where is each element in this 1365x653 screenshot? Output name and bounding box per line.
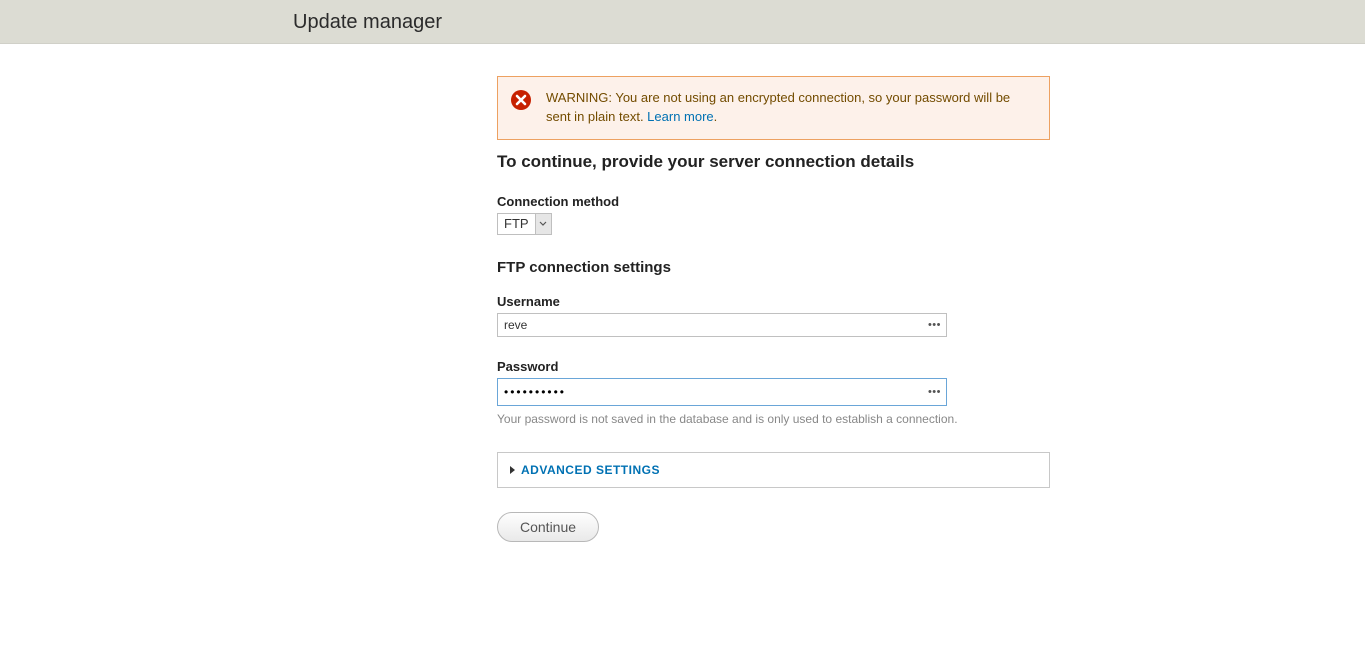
warning-text-prefix: WARNING: You are not using an encrypted …: [546, 90, 1010, 124]
password-label: Password: [497, 359, 1050, 374]
connection-method-label: Connection method: [497, 194, 1050, 209]
warning-text-suffix: .: [714, 109, 718, 124]
chevron-down-icon: [535, 214, 551, 234]
connection-method-item: Connection method FTP: [497, 194, 1050, 235]
username-item: Username •••: [497, 294, 1050, 337]
page-title: Update manager: [293, 11, 442, 33]
connection-method-value: FTP: [498, 214, 535, 234]
continue-button[interactable]: Continue: [497, 512, 599, 542]
advanced-settings-label: ADVANCED SETTINGS: [521, 463, 660, 477]
advanced-settings-summary[interactable]: ADVANCED SETTINGS: [498, 453, 1049, 487]
header-bar: Update manager: [0, 0, 1365, 44]
password-field[interactable]: [497, 378, 947, 406]
caret-right-icon: [510, 466, 515, 474]
password-description: Your password is not saved in the databa…: [497, 412, 1050, 426]
learn-more-link[interactable]: Learn more: [647, 109, 713, 124]
username-label: Username: [497, 294, 1050, 309]
warning-message: WARNING: You are not using an encrypted …: [497, 76, 1050, 140]
connection-method-select[interactable]: FTP: [497, 213, 552, 235]
error-icon: [510, 89, 532, 111]
advanced-settings[interactable]: ADVANCED SETTINGS: [497, 452, 1050, 488]
section-heading: To continue, provide your server connect…: [497, 152, 1050, 172]
ftp-settings-heading: FTP connection settings: [497, 259, 1050, 276]
main-content: WARNING: You are not using an encrypted …: [497, 44, 1050, 542]
username-field[interactable]: [497, 313, 947, 337]
password-item: Password ••• Your password is not saved …: [497, 359, 1050, 426]
